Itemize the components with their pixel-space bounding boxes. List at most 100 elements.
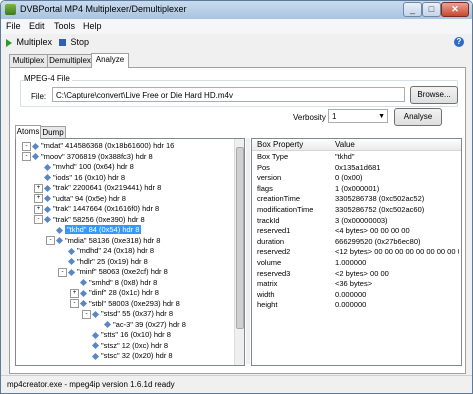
property-row[interactable]: flags 1 (0x000001)	[252, 184, 461, 194]
property-value: 3305286752 (0xc502ac60)	[335, 205, 425, 214]
minimize-button[interactable]: _	[403, 2, 422, 17]
collapse-icon[interactable]: -	[22, 141, 31, 151]
collapse-icon[interactable]: -	[46, 236, 55, 246]
property-row[interactable]: Box Type "tkhd"	[252, 152, 461, 162]
tab-atoms[interactable]: Atoms	[15, 125, 41, 139]
tree-node[interactable]: "stsz" 12 (0xc) hdr 8	[82, 341, 168, 351]
property-row[interactable]: volume 1.000000	[252, 258, 461, 268]
collapse-icon[interactable]: -	[58, 267, 67, 277]
atom-icon	[103, 320, 112, 329]
property-row[interactable]: reserved2 <12 bytes> 00 00 00 00 00 00 00…	[252, 247, 461, 257]
tree-node[interactable]: - "moov" 3706819 (0x388fc3) hdr 8	[22, 152, 153, 162]
property-row[interactable]: height 0.000000	[252, 300, 461, 310]
tree-node[interactable]: - "trak" 58256 (0xe390) hdr 8	[34, 215, 145, 225]
tree-node-label: "stsd" 55 (0x37) hdr 8	[101, 309, 174, 318]
tree-scrollbar[interactable]	[234, 139, 244, 365]
atom-icon	[91, 331, 100, 339]
tree-node[interactable]: + "trak" 1447664 (0x1616f0) hdr 8	[34, 204, 159, 214]
atom-icon	[31, 152, 40, 161]
analyse-button[interactable]: Analyse	[394, 108, 442, 126]
property-value: 1 (0x000001)	[335, 183, 380, 193]
tree-node[interactable]: "smhd" 8 (0x8) hdr 8	[70, 278, 157, 288]
tree-node[interactable]: "mdhd" 24 (0x18) hdr 8	[58, 246, 154, 256]
menu-tools[interactable]: Tools	[54, 21, 75, 31]
header-value[interactable]: Value	[335, 140, 355, 149]
tree-node-label: "dinf" 28 (0x1c) hdr 8	[89, 288, 159, 297]
tree-node[interactable]: "ac-3" 39 (0x27) hdr 8	[94, 320, 186, 330]
atom-icon	[31, 142, 40, 150]
tree-node[interactable]: - "mdia" 58136 (0xe318) hdr 8	[46, 236, 160, 246]
file-label: File:	[31, 92, 47, 101]
atom-icon	[79, 278, 88, 287]
property-name: flags	[257, 183, 273, 193]
property-row[interactable]: trackId 3 (0x00000003)	[252, 216, 461, 226]
tree-node[interactable]: - "stsd" 55 (0x37) hdr 8	[82, 309, 173, 319]
property-row[interactable]: width 0.000000	[252, 290, 461, 300]
property-row[interactable]: matrix <36 bytes>	[252, 279, 461, 289]
multiplex-button[interactable]: Multiplex	[6, 37, 52, 47]
expand-icon[interactable]: +	[34, 194, 43, 204]
tree-node[interactable]: "mvhd" 100 (0x64) hdr 8	[34, 162, 134, 172]
tree-node[interactable]: "hdlr" 25 (0x19) hdr 8	[58, 257, 148, 267]
play-icon	[6, 38, 12, 47]
menu-edit[interactable]: Edit	[29, 21, 45, 31]
tree-node-label: "mdhd" 24 (0x18) hdr 8	[77, 246, 155, 255]
collapse-icon[interactable]: -	[70, 299, 79, 309]
property-value: 0 (0x00)	[335, 173, 363, 183]
property-value: <36 bytes>	[335, 279, 373, 289]
tree-node[interactable]: + "udta" 94 (0x5e) hdr 8	[34, 194, 126, 204]
property-row[interactable]: creationTime 3305286738 (0xc502ac52)	[252, 194, 461, 204]
file-path-input[interactable]: C:\Capture\convert\Live Free or Die Hard…	[52, 87, 405, 102]
tree-node-label: "mdia" 58136 (0xe318) hdr 8	[65, 235, 161, 245]
property-row[interactable]: duration 666299520 (0x27b6ec80)	[252, 237, 461, 247]
menu-help[interactable]: Help	[83, 21, 102, 31]
maximize-button[interactable]: □	[422, 2, 441, 17]
tab-dump[interactable]: Dump	[40, 126, 66, 138]
property-name: duration	[257, 236, 285, 246]
tree-node[interactable]: - "stbl" 58003 (0xe293) hdr 8	[70, 299, 180, 309]
atom-tree[interactable]: - "mdat" 414586368 (0x18b61600) hdr 16- "m…	[15, 138, 245, 366]
property-row[interactable]: reserved1 <4 bytes> 00 00 00 00	[252, 226, 461, 236]
tree-node[interactable]: "iods" 16 (0x10) hdr 8	[34, 173, 125, 183]
tree-node[interactable]: - "mdat" 414586368 (0x18b61600) hdr 16	[22, 141, 174, 151]
property-row[interactable]: version 0 (0x00)	[252, 173, 461, 183]
tab-demultiplex[interactable]: Demultiplex	[47, 54, 93, 67]
property-name: creationTime	[257, 194, 301, 204]
scrollbar-thumb[interactable]	[236, 147, 244, 329]
collapse-icon[interactable]: -	[22, 152, 31, 162]
atom-icon	[67, 268, 76, 276]
tab-multiplex[interactable]: Multiplex	[9, 54, 48, 67]
property-name: Pos	[257, 162, 270, 172]
header-box-property[interactable]: Box Property	[257, 140, 303, 149]
stop-button[interactable]: Stop	[59, 37, 89, 47]
help-icon[interactable]: ?	[454, 37, 464, 47]
tab-analyze[interactable]: Analyze	[91, 53, 129, 68]
tree-node[interactable]: - "minf" 58063 (0xe2cf) hdr 8	[58, 267, 168, 277]
property-value: <2 bytes> 00 00	[335, 268, 389, 278]
tree-node[interactable]: + "dinf" 28 (0x1c) hdr 8	[70, 288, 159, 298]
tree-node[interactable]: "tkhd" 84 (0x54) hdr 8	[46, 225, 142, 235]
property-row[interactable]: Pos 0x135a1d681	[252, 163, 461, 173]
tree-node-label: "trak" 58256 (0xe390) hdr 8	[53, 214, 145, 224]
atom-icon	[91, 341, 100, 350]
expand-icon[interactable]: +	[70, 288, 79, 298]
property-row[interactable]: reserved3 <2 bytes> 00 00	[252, 269, 461, 279]
tree-node[interactable]: "stsc" 32 (0x20) hdr 8	[82, 351, 173, 361]
close-button[interactable]: ✕	[441, 2, 469, 17]
property-row[interactable]: modificationTime 3305286752 (0xc502ac60)	[252, 205, 461, 215]
menu-file[interactable]: File	[6, 21, 21, 31]
expand-icon[interactable]: +	[34, 183, 43, 193]
expand-icon[interactable]: +	[34, 204, 43, 214]
atom-icon	[55, 226, 64, 234]
browse-button[interactable]: Browse...	[410, 86, 458, 104]
verbosity-select[interactable]: 1 ▼	[328, 109, 388, 123]
pane-splitter[interactable]	[246, 138, 250, 364]
property-value: 0.000000	[335, 289, 367, 299]
tree-node[interactable]: "stts" 16 (0x10) hdr 8	[82, 330, 171, 340]
collapse-icon[interactable]: -	[34, 215, 43, 225]
stop-icon	[59, 39, 66, 47]
property-value: <4 bytes> 00 00 00 00	[335, 226, 410, 236]
collapse-icon[interactable]: -	[82, 309, 91, 319]
tree-node-label: "stbl" 58003 (0xe293) hdr 8	[89, 298, 180, 308]
tree-node[interactable]: + "trak" 2200641 (0x219441) hdr 8	[34, 183, 161, 193]
